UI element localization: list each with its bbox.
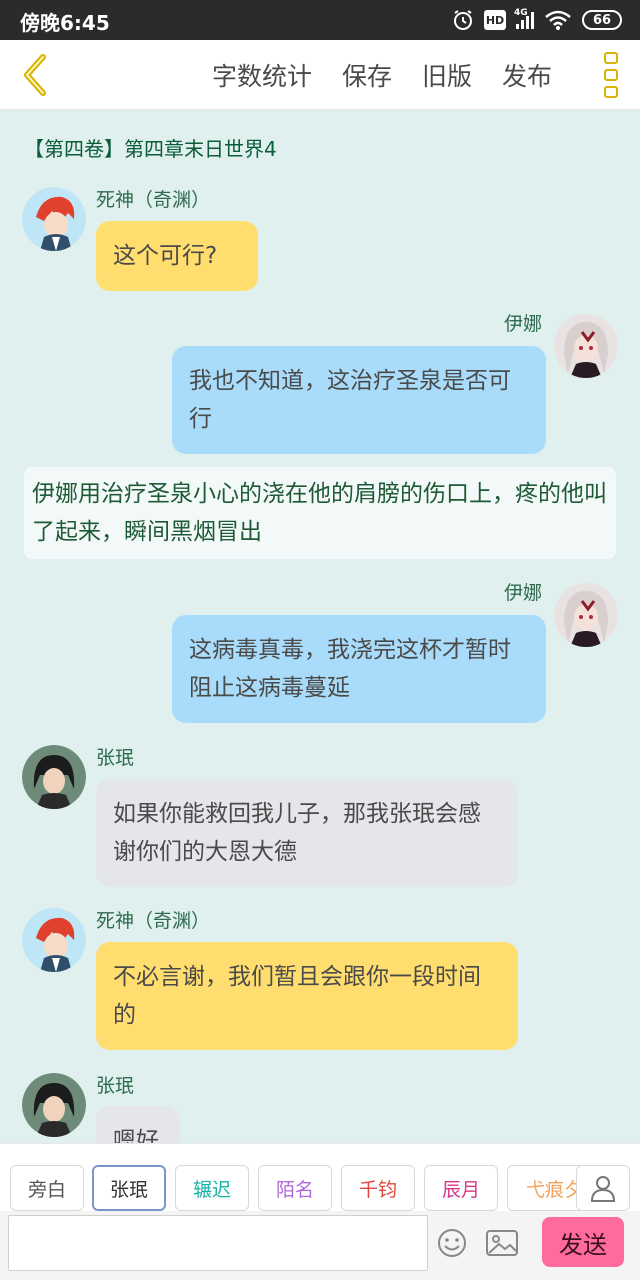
avatar-zhangmin[interactable]	[22, 1073, 86, 1137]
speaker-name: 死神（奇渊）	[96, 189, 211, 211]
alarm-icon	[454, 10, 472, 30]
composer-bar: 发送	[0, 1211, 640, 1280]
speaker-name: 伊娜	[504, 582, 543, 604]
publish-button[interactable]: 发布	[502, 57, 552, 93]
save-button[interactable]: 保存	[342, 57, 392, 93]
nav-actions: 字数统计 保存 旧版 发布	[212, 40, 552, 110]
more-dot	[604, 69, 618, 81]
message-bubble[interactable]: 这病毒真毒，我浇完这杯才暂时阻止这病毒蔓延	[172, 615, 546, 723]
emoji-icon[interactable]	[436, 1227, 468, 1259]
role-chip-moming[interactable]: 陌名	[258, 1165, 332, 1211]
speaker-name: 张珉	[96, 747, 135, 769]
old-version-button[interactable]: 旧版	[422, 57, 472, 93]
avatar-shinigami[interactable]	[22, 908, 86, 972]
role-chip-qianjun[interactable]: 千钧	[341, 1165, 415, 1211]
message-bubble[interactable]: 嗯好	[96, 1106, 180, 1143]
speaker-name: 伊娜	[504, 313, 543, 335]
chevron-left-icon	[24, 54, 46, 96]
role-chip-chenyue[interactable]: 辰月	[424, 1165, 498, 1211]
speaker-name: 死神（奇渊）	[96, 910, 211, 932]
send-button[interactable]: 发送	[542, 1217, 624, 1267]
avatar-zhangmin[interactable]	[22, 745, 86, 809]
status-icons: HD 4G 66	[452, 6, 622, 34]
wifi-icon	[545, 10, 571, 30]
person-icon	[590, 1176, 616, 1202]
role-chip-zhangmin[interactable]: 张珉	[92, 1165, 166, 1211]
role-chip-zhanchi[interactable]: 辗迟	[175, 1165, 249, 1211]
role-chip-yihenxi[interactable]: 弋痕夕	[507, 1165, 587, 1211]
role-manage-button[interactable]	[576, 1165, 630, 1211]
top-nav: 字数统计 保存 旧版 发布	[0, 40, 640, 110]
battery-icon: 66	[582, 10, 622, 30]
status-bar: 傍晚6:45 HD 4G 66	[0, 0, 640, 40]
narration-block[interactable]: 伊娜用治疗圣泉小心的浇在他的肩膀的伤口上，疼的他叫了起来，瞬间黑烟冒出	[24, 467, 616, 559]
role-chip-narrator[interactable]: 旁白	[10, 1165, 84, 1211]
back-button[interactable]	[12, 50, 56, 100]
more-button[interactable]	[598, 52, 624, 98]
role-selector-bar: 旁白 张珉 辗迟 陌名 千钧 辰月 弋痕夕	[0, 1143, 640, 1211]
message-bubble[interactable]: 这个可行?	[96, 221, 258, 291]
word-count-button[interactable]: 字数统计	[212, 57, 312, 93]
image-icon[interactable]	[485, 1227, 519, 1259]
chapter-title: 【第四卷】第四章末日世界4	[24, 137, 277, 161]
speaker-name: 张珉	[96, 1075, 135, 1097]
status-time: 傍晚6:45	[20, 11, 110, 35]
message-bubble[interactable]: 不必言谢，我们暂且会跟你一段时间的	[96, 942, 518, 1050]
avatar-shinigami[interactable]	[22, 187, 86, 251]
message-bubble[interactable]: 如果你能救回我儿子，那我张珉会感谢你们的大恩大德	[96, 779, 518, 887]
hd-icon: HD	[484, 10, 506, 30]
network-label: 4G	[514, 7, 528, 18]
more-vertical-icon	[604, 52, 618, 64]
message-bubble[interactable]: 我也不知道，这治疗圣泉是否可行	[172, 346, 546, 454]
avatar-yina[interactable]	[554, 583, 618, 647]
avatar-yina[interactable]	[554, 314, 618, 378]
more-dot	[604, 86, 618, 98]
chat-area[interactable]: 【第四卷】第四章末日世界4 死神（奇渊） 这个可行? 伊娜 我也不知道，这治疗圣…	[0, 111, 640, 1143]
message-input[interactable]	[8, 1215, 428, 1271]
signal-icon: 4G	[514, 8, 534, 29]
